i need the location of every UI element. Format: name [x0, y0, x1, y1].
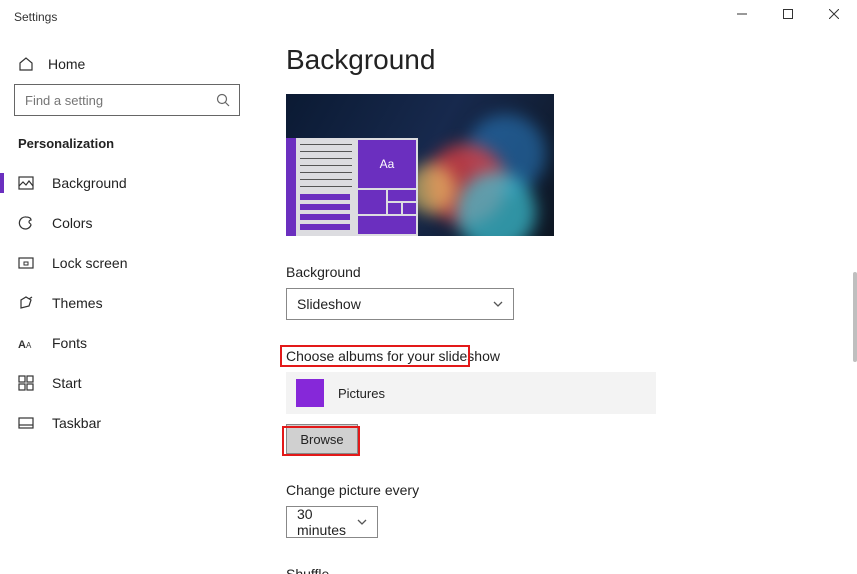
sidebar-item-background[interactable]: Background	[0, 163, 268, 203]
minimize-icon	[737, 9, 747, 19]
svg-text:A: A	[26, 341, 32, 350]
taskbar-icon	[18, 415, 34, 431]
background-select[interactable]: Slideshow	[286, 288, 514, 320]
scrollbar[interactable]	[853, 272, 857, 362]
sidebar-item-label: Lock screen	[52, 255, 127, 271]
search-input[interactable]	[14, 84, 240, 116]
palette-icon	[18, 215, 34, 231]
album-name: Pictures	[338, 386, 385, 401]
background-preview: Aa	[286, 94, 554, 236]
close-icon	[829, 9, 839, 19]
home-label: Home	[48, 56, 85, 72]
change-every-label: Change picture every	[286, 482, 849, 498]
sidebar-item-lock-screen[interactable]: Lock screen	[0, 243, 268, 283]
preview-tile-text: Aa	[358, 140, 416, 188]
sidebar-item-label: Colors	[52, 215, 92, 231]
section-header: Personalization	[0, 126, 268, 163]
main-content: Background Aa Background Slideshow Choos…	[268, 40, 857, 574]
chevron-down-icon	[493, 301, 503, 307]
fonts-icon: AA	[18, 335, 34, 351]
themes-icon	[18, 295, 34, 311]
maximize-icon	[783, 9, 793, 19]
background-select-value: Slideshow	[297, 296, 361, 312]
sidebar-item-label: Themes	[52, 295, 103, 311]
change-every-select[interactable]: 30 minutes	[286, 506, 378, 538]
shuffle-label: Shuffle	[286, 566, 849, 574]
lock-screen-icon	[18, 255, 34, 271]
sidebar-item-themes[interactable]: Themes	[0, 283, 268, 323]
start-icon	[18, 375, 34, 391]
album-item[interactable]: Pictures	[286, 372, 656, 414]
search-icon	[216, 93, 230, 107]
sidebar-item-colors[interactable]: Colors	[0, 203, 268, 243]
window-title: Settings	[14, 10, 57, 24]
maximize-button[interactable]	[765, 0, 811, 28]
home-nav[interactable]: Home	[0, 46, 268, 82]
sidebar-item-start[interactable]: Start	[0, 363, 268, 403]
sidebar-item-label: Start	[52, 375, 82, 391]
window-controls	[719, 0, 857, 28]
sidebar-item-taskbar[interactable]: Taskbar	[0, 403, 268, 443]
sidebar-item-label: Background	[52, 175, 127, 191]
background-label: Background	[286, 264, 849, 280]
chevron-down-icon	[357, 519, 367, 525]
sidebar-item-label: Taskbar	[52, 415, 101, 431]
search-container	[14, 84, 240, 116]
album-thumbnail	[296, 379, 324, 407]
albums-label: Choose albums for your slideshow	[286, 348, 849, 364]
svg-text:A: A	[18, 339, 26, 351]
close-button[interactable]	[811, 0, 857, 28]
home-icon	[18, 56, 34, 72]
minimize-button[interactable]	[719, 0, 765, 28]
page-title: Background	[286, 44, 849, 76]
browse-button[interactable]: Browse	[286, 424, 358, 454]
picture-icon	[18, 175, 34, 191]
sidebar-item-label: Fonts	[52, 335, 87, 351]
sidebar-item-fonts[interactable]: AA Fonts	[0, 323, 268, 363]
sidebar: Home Personalization Background Colors L…	[0, 40, 268, 574]
change-every-value: 30 minutes	[297, 506, 349, 538]
